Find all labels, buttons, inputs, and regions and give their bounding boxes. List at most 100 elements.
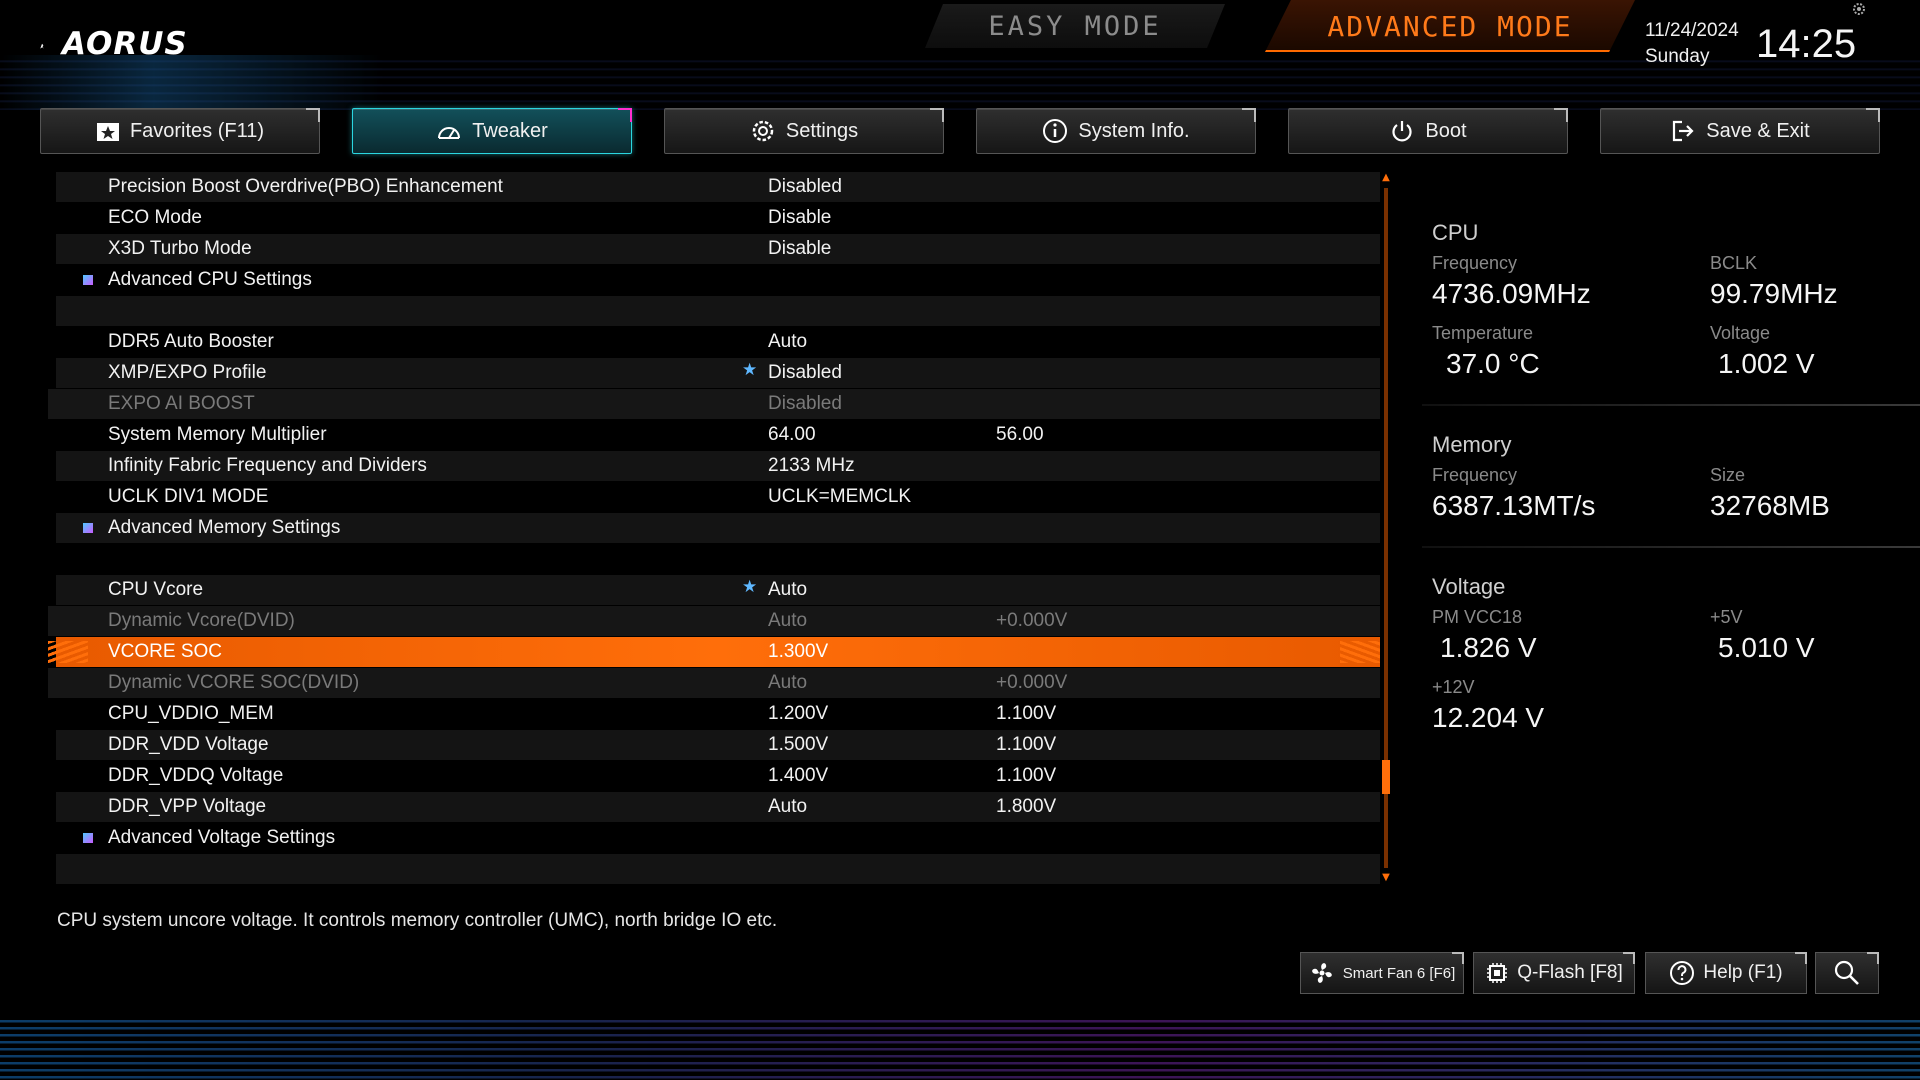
cpu-section-title: CPU xyxy=(1432,220,1479,245)
setting-label: X3D Turbo Mode xyxy=(108,238,252,259)
tab-save-exit[interactable]: Save & Exit xyxy=(1600,108,1880,154)
settings-list: Precision Boost Overdrive(PBO) Enhanceme… xyxy=(48,172,1380,884)
favorite-star-icon: ★ xyxy=(742,360,758,379)
decorative-streaks-bottom xyxy=(0,1020,1920,1080)
star-folder-icon xyxy=(96,123,119,141)
setting-label: Infinity Fabric Frequency and Dividers xyxy=(108,455,427,476)
selection-edge-decoration-left xyxy=(48,641,88,663)
time-display: 14:25 xyxy=(1756,22,1857,66)
search-button[interactable] xyxy=(1815,952,1879,994)
submenu-bullet-icon xyxy=(83,275,93,285)
setting-row-pbo-enhancement[interactable]: Precision Boost Overdrive(PBO) Enhanceme… xyxy=(56,172,1380,202)
memory-frequency-label: Frequency xyxy=(1432,465,1518,485)
setting-value: 1.400V xyxy=(768,765,829,786)
setting-label: Dynamic Vcore(DVID) xyxy=(108,610,295,631)
tab-favorites-label: Favorites (F11) xyxy=(129,119,265,142)
submenu-advanced-voltage-settings[interactable]: Advanced Voltage Settings xyxy=(56,823,1380,853)
memory-size-value: 32768MB xyxy=(1710,490,1830,521)
setting-current-value: 1.100V xyxy=(996,734,1057,755)
setting-row-eco-mode[interactable]: ECO Mode Disable xyxy=(56,203,1380,233)
setting-label: CPU Vcore xyxy=(108,579,204,600)
setting-label: XMP/EXPO Profile xyxy=(108,362,267,383)
mini-gear-icon[interactable] xyxy=(1850,0,1868,18)
help-button[interactable]: Help (F1) xyxy=(1645,952,1807,994)
setting-value: Disable xyxy=(768,238,832,259)
setting-row-xmp-expo-profile[interactable]: XMP/EXPO Profile ★ Disabled xyxy=(56,358,1380,388)
scrollbar-thumb[interactable] xyxy=(1382,760,1390,794)
submenu-advanced-memory-settings[interactable]: Advanced Memory Settings xyxy=(56,513,1380,543)
plus5v-value: 5.010 V xyxy=(1718,632,1815,663)
setting-current-value: +0.000V xyxy=(996,672,1068,693)
setting-row-cpu-vcore[interactable]: CPU Vcore ★ Auto xyxy=(56,575,1380,605)
setting-value: Auto xyxy=(768,331,808,352)
bclk-value: 99.79MHz xyxy=(1710,278,1838,309)
pm-vcc18-label: PM VCC18 xyxy=(1432,607,1523,627)
date-display: 11/24/2024 xyxy=(1645,20,1739,41)
plus12v-label: +12V xyxy=(1432,677,1475,697)
qflash-button[interactable]: Q-Flash [F8] xyxy=(1473,952,1635,994)
setting-current-value: +0.000V xyxy=(996,610,1068,631)
setting-value: Auto xyxy=(768,610,808,631)
scroll-down-arrow-icon[interactable]: ▼ xyxy=(1381,872,1391,884)
setting-value: Disabled xyxy=(768,176,842,197)
submenu-advanced-cpu-settings[interactable]: Advanced CPU Settings xyxy=(56,265,1380,295)
setting-value: 2133 MHz xyxy=(768,455,855,476)
spacer-row xyxy=(56,854,1380,884)
setting-current-value: 1.800V xyxy=(996,796,1057,817)
tab-settings[interactable]: Settings xyxy=(664,108,944,154)
smart-fan-label: Smart Fan 6 [F6] xyxy=(1342,964,1456,982)
setting-value: Disabled xyxy=(768,362,842,383)
submenu-label: Advanced Memory Settings xyxy=(108,517,341,538)
memory-size-label: Size xyxy=(1710,465,1746,485)
cpu-frequency-label: Frequency xyxy=(1432,253,1518,273)
tab-system-info[interactable]: System Info. xyxy=(976,108,1256,154)
smart-fan-button[interactable]: Smart Fan 6 [F6] xyxy=(1300,952,1464,994)
submenu-label: Advanced CPU Settings xyxy=(108,269,312,290)
setting-label: UCLK DIV1 MODE xyxy=(108,486,269,507)
setting-row-ddr-vddq-voltage[interactable]: DDR_VDDQ Voltage 1.400V 1.100V xyxy=(56,761,1380,791)
setting-value: Auto xyxy=(768,579,808,600)
setting-label: VCORE SOC xyxy=(108,641,223,662)
tab-boot[interactable]: Boot xyxy=(1288,108,1568,154)
setting-row-dynamic-vcore: Dynamic Vcore(DVID) Auto +0.000V xyxy=(48,606,1380,636)
gauge-icon xyxy=(438,127,461,139)
setting-label: ECO Mode xyxy=(108,207,202,228)
setting-value: Disabled xyxy=(768,393,842,414)
setting-row-x3d-turbo-mode[interactable]: X3D Turbo Mode Disable xyxy=(56,234,1380,264)
setting-row-vcore-soc-selected[interactable]: VCORE SOC 1.300V xyxy=(56,637,1380,667)
help-label: Help (F1) xyxy=(1703,962,1783,983)
tab-tweaker-label: Tweaker xyxy=(472,119,548,142)
setting-row-ddr5-auto-booster[interactable]: DDR5 Auto Booster Auto xyxy=(56,327,1380,357)
spacer-row xyxy=(56,296,1380,326)
setting-label: Precision Boost Overdrive(PBO) Enhanceme… xyxy=(108,176,503,197)
favorite-star-icon: ★ xyxy=(742,577,758,596)
setting-row-system-memory-multiplier[interactable]: System Memory Multiplier 64.00 56.00 xyxy=(56,420,1380,450)
panel-divider xyxy=(1422,546,1920,548)
help-description: CPU system uncore voltage. It controls m… xyxy=(57,910,778,931)
tab-system-info-label: System Info. xyxy=(1078,119,1190,142)
tab-favorites[interactable]: Favorites (F11) xyxy=(40,108,320,154)
setting-row-infinity-fabric[interactable]: Infinity Fabric Frequency and Dividers 2… xyxy=(56,451,1380,481)
setting-row-uclk-div1-mode[interactable]: UCLK DIV1 MODE UCLK=MEMCLK xyxy=(56,482,1380,512)
setting-label: DDR5 Auto Booster xyxy=(108,331,274,352)
setting-row-ddr-vdd-voltage[interactable]: DDR_VDD Voltage 1.500V 1.100V xyxy=(56,730,1380,760)
voltage-section-title: Voltage xyxy=(1432,574,1506,599)
setting-value: 64.00 xyxy=(768,424,816,445)
submenu-bullet-icon xyxy=(83,523,93,533)
setting-value: Auto xyxy=(768,672,808,693)
setting-value: 1.500V xyxy=(768,734,829,755)
easy-mode-tab[interactable]: EASY MODE xyxy=(925,4,1225,48)
day-display: Sunday xyxy=(1645,46,1710,67)
setting-row-cpu-vddio-mem[interactable]: CPU_VDDIO_MEM 1.200V 1.100V xyxy=(56,699,1380,729)
settings-scrollbar[interactable]: ▲ ▼ xyxy=(1381,172,1391,884)
bclk-label: BCLK xyxy=(1710,253,1758,273)
setting-row-dynamic-vcore-soc: Dynamic VCORE SOC(DVID) Auto +0.000V xyxy=(48,668,1380,698)
cpu-temperature-value: 37.0 °C xyxy=(1446,348,1540,379)
tab-tweaker[interactable]: Tweaker xyxy=(352,108,632,154)
info-icon xyxy=(1043,119,1068,143)
setting-row-ddr-vpp-voltage[interactable]: DDR_VPP Voltage Auto 1.800V xyxy=(56,792,1380,822)
setting-value: UCLK=MEMCLK xyxy=(768,486,912,507)
cpu-voltage-value: 1.002 V xyxy=(1718,348,1815,379)
scroll-up-arrow-icon[interactable]: ▲ xyxy=(1381,172,1391,184)
advanced-mode-tab[interactable]: ADVANCED MODE xyxy=(1265,0,1635,52)
